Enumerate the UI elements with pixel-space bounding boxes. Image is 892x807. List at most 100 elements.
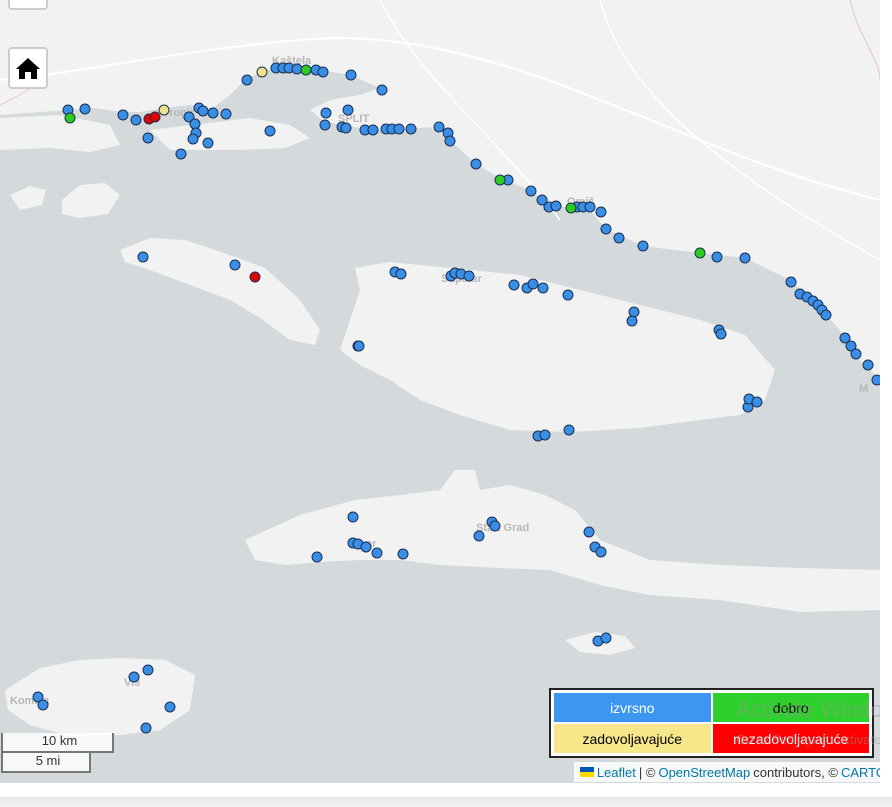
map-marker-izvrsno[interactable] (393, 123, 405, 135)
map-marker-izvrsno[interactable] (291, 63, 303, 75)
attribution-sep: | © (638, 764, 656, 780)
map-marker-izvrsno[interactable] (187, 133, 199, 145)
map-marker-izvrsno[interactable] (128, 671, 140, 683)
map-marker-dobro[interactable] (64, 112, 76, 124)
map-marker-izvrsno[interactable] (711, 251, 723, 263)
map-marker-dobro[interactable] (300, 64, 312, 76)
map-marker-izvrsno[interactable] (367, 124, 379, 136)
map-marker-izvrsno[interactable] (376, 84, 388, 96)
map-marker-izvrsno[interactable] (347, 511, 359, 523)
map-marker-izvrsno[interactable] (470, 158, 482, 170)
map-marker-izvrsno[interactable] (264, 125, 276, 137)
home-button[interactable] (8, 47, 48, 89)
map-marker-izvrsno[interactable] (850, 348, 862, 360)
map-marker-izvrsno[interactable] (613, 232, 625, 244)
map-marker-izvrsno[interactable] (637, 240, 649, 252)
map-marker-izvrsno[interactable] (371, 547, 383, 559)
map-marker-izvrsno[interactable] (319, 119, 331, 131)
map-marker-izvrsno[interactable] (562, 289, 574, 301)
map-marker-izvrsno[interactable] (202, 137, 214, 149)
activate-windows-subtext: Go to Settings to activate Windows. (736, 732, 892, 747)
map-marker-izvrsno[interactable] (137, 251, 149, 263)
map-marker-izvrsno[interactable] (311, 551, 323, 563)
map-marker-izvrsno[interactable] (340, 122, 352, 134)
map-marker-dobro[interactable] (565, 202, 577, 214)
attribution-contrib: contributors, © (753, 764, 838, 780)
map-marker-izvrsno[interactable] (508, 279, 520, 291)
map-marker-izvrsno[interactable] (595, 206, 607, 218)
map-marker-izvrsno[interactable] (342, 104, 354, 116)
map-canvas[interactable]: Kaštela SPLIT Trogir Omiš Supetar Stari … (0, 0, 880, 783)
map-marker-izvrsno[interactable] (862, 359, 874, 371)
osm-link[interactable]: OpenStreetMap (658, 765, 750, 780)
map-marker-izvrsno[interactable] (537, 282, 549, 294)
map-marker-zadovoljavajuce[interactable] (256, 66, 268, 78)
map-marker-izvrsno[interactable] (527, 278, 539, 290)
map-marker-izvrsno[interactable] (584, 201, 596, 213)
map-marker-dobro[interactable] (494, 174, 506, 186)
map-marker-izvrsno[interactable] (525, 185, 537, 197)
map-marker-izvrsno[interactable] (715, 328, 727, 340)
map-marker-izvrsno[interactable] (489, 520, 501, 532)
scale-km: 10 km (1, 733, 114, 753)
map-marker-izvrsno[interactable] (463, 270, 475, 282)
map-marker-izvrsno[interactable] (317, 66, 329, 78)
map-marker-izvrsno[interactable] (130, 114, 142, 126)
map-marker-izvrsno[interactable] (626, 315, 638, 327)
map-basemap: Kaštela SPLIT Trogir Omiš Supetar Stari … (0, 0, 880, 736)
zoom-control-stub[interactable] (8, 0, 48, 10)
map-marker-izvrsno[interactable] (785, 276, 797, 288)
map-marker-izvrsno[interactable] (142, 664, 154, 676)
map-marker-izvrsno[interactable] (360, 541, 372, 553)
map-marker-izvrsno[interactable] (539, 429, 551, 441)
map-marker-izvrsno[interactable] (550, 200, 562, 212)
map-marker-izvrsno[interactable] (142, 132, 154, 144)
scale-mi: 5 mi (1, 753, 91, 773)
attribution: Leaflet | © OpenStreetMap contributors, … (573, 762, 892, 782)
map-marker-izvrsno[interactable] (405, 123, 417, 135)
map-marker-izvrsno[interactable] (444, 135, 456, 147)
map-marker-izvrsno[interactable] (595, 546, 607, 558)
map-marker-izvrsno[interactable] (739, 252, 751, 264)
map-marker-izvrsno[interactable] (820, 309, 832, 321)
map-marker-izvrsno[interactable] (207, 107, 219, 119)
map-marker-izvrsno[interactable] (189, 118, 201, 130)
map-marker-izvrsno[interactable] (117, 109, 129, 121)
map-marker-zadovoljavajuce[interactable] (158, 104, 170, 116)
map-marker-izvrsno[interactable] (751, 396, 763, 408)
map-marker-izvrsno[interactable] (397, 548, 409, 560)
map-marker-nezadovoljavajuce[interactable] (249, 271, 261, 283)
legend-izvrsno: izvrsno (554, 693, 711, 722)
land-islet-2 (62, 183, 120, 218)
land-brac (340, 262, 775, 432)
map-marker-nezadovoljavajuce[interactable] (149, 111, 161, 123)
map-marker-izvrsno[interactable] (164, 701, 176, 713)
map-marker-izvrsno[interactable] (229, 259, 241, 271)
land-islet-1 (10, 186, 46, 210)
activate-windows-watermark: Activate Windows (736, 697, 892, 722)
map-marker-izvrsno[interactable] (871, 374, 880, 386)
map-marker-izvrsno[interactable] (241, 74, 253, 86)
map-marker-izvrsno[interactable] (175, 148, 187, 160)
map-marker-izvrsno[interactable] (79, 103, 91, 115)
map-marker-izvrsno[interactable] (37, 699, 49, 711)
map-marker-izvrsno[interactable] (197, 105, 209, 117)
map-marker-izvrsno[interactable] (563, 424, 575, 436)
ukraine-flag-icon (579, 767, 594, 777)
map-marker-izvrsno[interactable] (395, 268, 407, 280)
map-marker-izvrsno[interactable] (320, 107, 332, 119)
place-label-m: M (859, 383, 868, 395)
map-marker-izvrsno[interactable] (140, 722, 152, 734)
map-marker-izvrsno[interactable] (220, 108, 232, 120)
map-marker-izvrsno[interactable] (473, 530, 485, 542)
map-marker-izvrsno[interactable] (345, 69, 357, 81)
map-marker-izvrsno[interactable] (353, 340, 365, 352)
scale-bar: 10 km 5 mi (1, 733, 114, 773)
map-marker-izvrsno[interactable] (628, 306, 640, 318)
map-marker-izvrsno[interactable] (600, 223, 612, 235)
map-marker-izvrsno[interactable] (583, 526, 595, 538)
map-marker-izvrsno[interactable] (600, 632, 612, 644)
map-marker-dobro[interactable] (694, 247, 706, 259)
map-marker-izvrsno[interactable] (433, 121, 445, 133)
leaflet-link[interactable]: Leaflet (597, 765, 636, 780)
